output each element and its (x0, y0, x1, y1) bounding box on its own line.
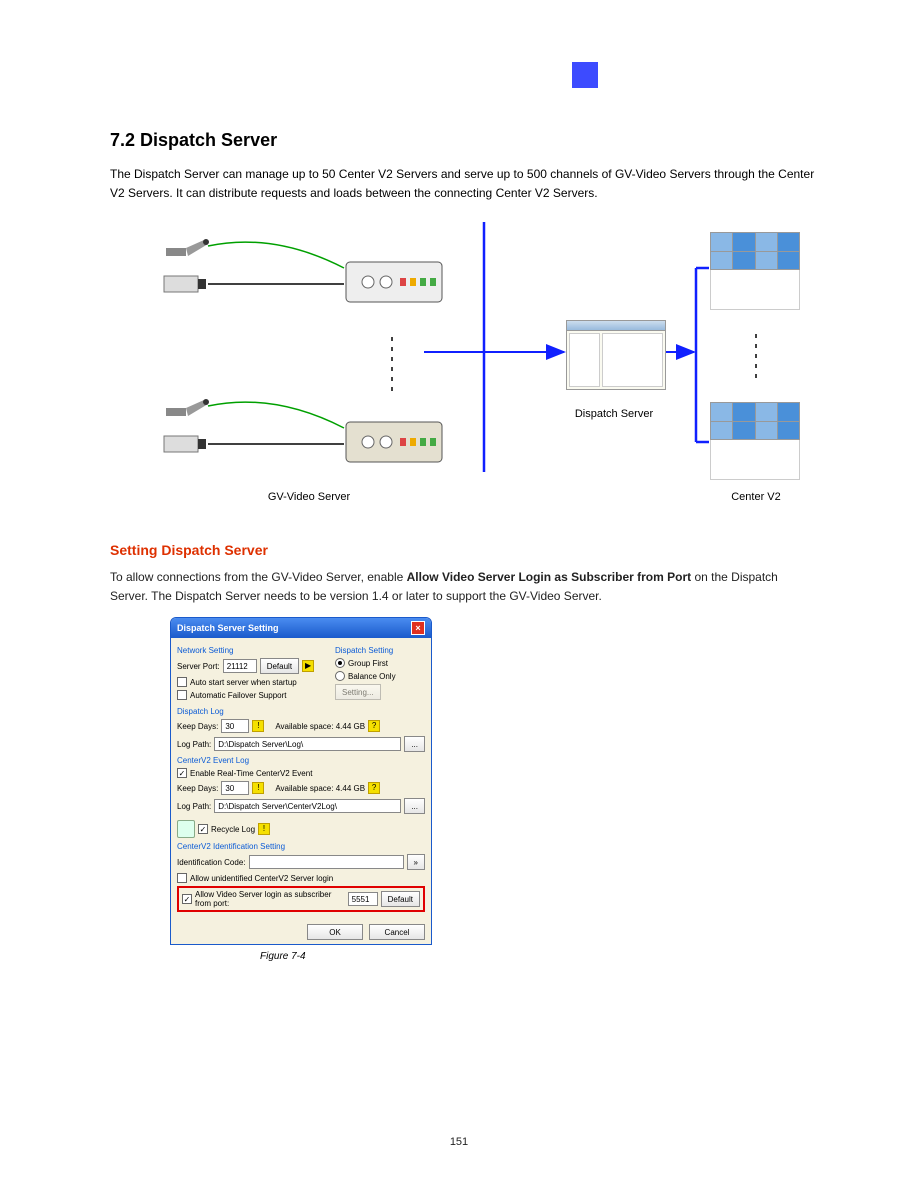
center-v2-window-icon (710, 232, 800, 310)
available-space-label: Available space: 4.44 GB (275, 784, 365, 793)
setting-paragraph: To allow connections from the GV-Video S… (110, 568, 818, 605)
keep-days-input-2[interactable] (221, 781, 249, 795)
browse-button[interactable]: ... (404, 798, 425, 814)
server-port-label: Server Port: (177, 662, 220, 671)
enable-realtime-checkbox[interactable]: ✓ (177, 768, 187, 778)
hint-icon[interactable]: ? (368, 720, 380, 732)
log-path-label: Log Path: (177, 740, 211, 749)
log-path-input[interactable] (214, 737, 401, 751)
subsection-heading: Setting Dispatch Server (110, 542, 818, 558)
chapter-number: 7 (776, 67, 782, 79)
highlighted-option: ✓ Allow Video Server login as subscriber… (177, 886, 425, 912)
center-v2-window-icon (710, 402, 800, 480)
identification-code-label: Identification Code: (177, 858, 246, 867)
section-label: Dispatch Log (177, 707, 425, 716)
keep-days-label: Keep Days: (177, 784, 218, 793)
section-heading: 7.2 Dispatch Server (110, 130, 818, 151)
balance-only-radio[interactable] (335, 671, 345, 681)
group-first-radio[interactable] (335, 658, 345, 668)
allow-unidentified-checkbox[interactable] (177, 873, 187, 883)
auto-start-checkbox[interactable] (177, 677, 187, 687)
ptz-camera-icon (164, 394, 212, 420)
close-icon[interactable]: × (411, 621, 425, 635)
diagram-label-dispatch: Dispatch Server (575, 408, 654, 420)
balance-only-label: Balance Only (348, 672, 396, 681)
hint-icon[interactable]: ! (252, 720, 264, 732)
hint-icon[interactable]: ▶ (302, 660, 314, 672)
available-space-label: Available space: 4.44 GB (275, 722, 365, 731)
bold-option-name: Allow Video Server Login as Subscriber f… (407, 570, 692, 584)
auto-start-label: Auto start server when startup (190, 678, 297, 687)
topology-diagram: GV-Video Server Dispatch Server Center V… (134, 222, 794, 512)
browse-button[interactable]: ... (404, 736, 425, 752)
group-first-label: Group First (348, 659, 388, 668)
diagram-label-center: Center V2 (731, 491, 781, 503)
dialog-title: Dispatch Server Setting (177, 623, 279, 633)
chapter-label: 7 (776, 67, 788, 79)
allow-unidentified-label: Allow unidentified CenterV2 Server login (190, 874, 333, 883)
cancel-button[interactable]: Cancel (369, 924, 425, 940)
dispatch-server-setting-dialog: Dispatch Server Setting × Network Settin… (170, 617, 432, 945)
dialog-titlebar[interactable]: Dispatch Server Setting × (171, 618, 431, 638)
intro-text: The Dispatch Server can manage up to 50 … (110, 165, 818, 202)
keep-days-label: Keep Days: (177, 722, 218, 731)
identification-code-input[interactable] (249, 855, 404, 869)
video-server-port-input[interactable] (348, 892, 378, 906)
diagram-label-gvvs: GV-Video Server (268, 491, 351, 503)
auto-failover-label: Automatic Failover Support (190, 691, 287, 700)
keep-days-input[interactable] (221, 719, 249, 733)
chapter-badge (572, 62, 598, 88)
page-number: 151 (0, 1136, 918, 1148)
box-camera-icon (162, 270, 210, 298)
box-camera-icon (162, 430, 210, 458)
ptz-camera-icon (164, 234, 212, 260)
dispatch-server-window-icon (566, 320, 666, 390)
enable-realtime-label: Enable Real-Time CenterV2 Event (190, 769, 312, 778)
expand-button[interactable]: » (407, 854, 425, 870)
hint-icon[interactable]: ! (258, 823, 270, 835)
text: To allow connections from the GV-Video S… (110, 570, 407, 584)
server-port-input[interactable] (223, 659, 257, 673)
figure-caption: Figure 7-4 (260, 951, 818, 962)
hint-icon[interactable]: ? (368, 782, 380, 794)
log-path-input-2[interactable] (214, 799, 401, 813)
default-button[interactable]: Default (381, 891, 420, 907)
video-server-icon (342, 252, 447, 310)
recycle-log-checkbox[interactable]: ✓ (198, 824, 208, 834)
video-server-icon (342, 412, 447, 470)
recycle-log-label: Recycle Log (211, 825, 255, 834)
allow-video-server-label: Allow Video Server login as subscriber f… (195, 890, 345, 908)
ok-button[interactable]: OK (307, 924, 363, 940)
section-label: Dispatch Setting (335, 646, 425, 655)
section-label: CenterV2 Identification Setting (177, 842, 425, 851)
recycle-icon (177, 820, 195, 838)
section-label: Network Setting (177, 646, 325, 655)
setting-button: Setting... (335, 684, 381, 700)
allow-video-server-checkbox[interactable]: ✓ (182, 894, 192, 904)
default-button[interactable]: Default (260, 658, 299, 674)
log-path-label: Log Path: (177, 802, 211, 811)
hint-icon[interactable]: ! (252, 782, 264, 794)
auto-failover-checkbox[interactable] (177, 690, 187, 700)
section-label: CenterV2 Event Log (177, 756, 425, 765)
